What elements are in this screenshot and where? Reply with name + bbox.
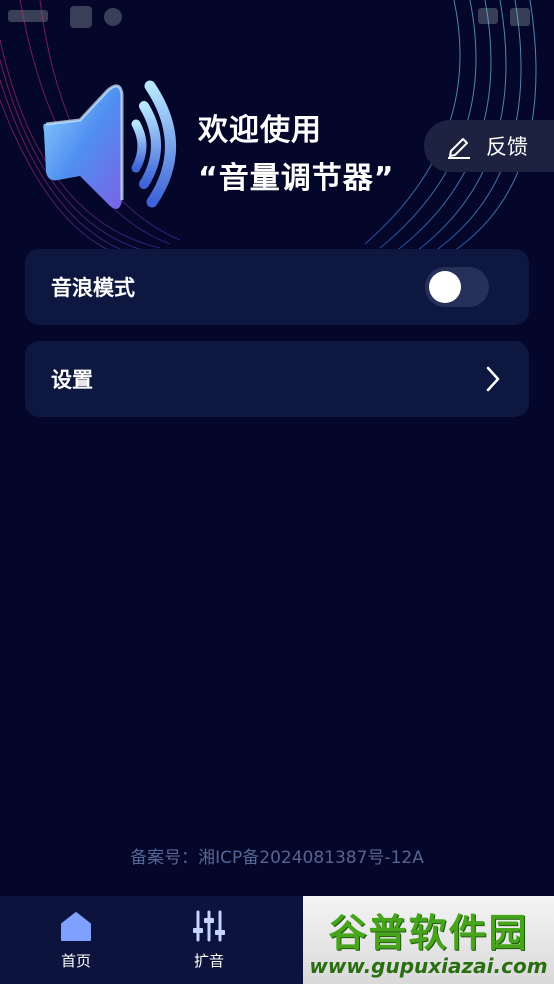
nav-home[interactable]: 首页 xyxy=(36,910,116,971)
wave-mode-label: 音浪模式 xyxy=(51,276,135,300)
toggle-knob xyxy=(429,271,461,303)
wave-mode-row: 音浪模式 xyxy=(25,249,529,325)
settings-label: 设置 xyxy=(51,368,93,392)
feedback-label: 反馈 xyxy=(486,135,528,159)
app-name-title: “音量调节器” xyxy=(198,161,395,196)
nav-amplify[interactable]: 扩音 xyxy=(169,910,249,971)
nav-amplify-label: 扩音 xyxy=(193,952,224,970)
icp-record-text[interactable]: 备案号：湘ICP备2024081387号-12A xyxy=(0,843,554,868)
feedback-button[interactable]: 反馈 xyxy=(424,120,554,172)
home-icon xyxy=(61,912,91,941)
speaker-volume-icon xyxy=(43,80,176,209)
watermark-title: 谷普软件园 xyxy=(328,911,529,955)
nav-home-label: 首页 xyxy=(60,952,91,970)
watermark-url: www.gupuxiazai.com xyxy=(309,954,548,978)
wave-mode-toggle[interactable] xyxy=(425,267,489,307)
settings-row[interactable]: 设置 xyxy=(25,341,529,417)
equalizer-icon xyxy=(193,910,225,942)
status-bar xyxy=(8,6,530,28)
watermark-logo: 谷普软件园 www.gupuxiazai.com xyxy=(303,896,554,984)
welcome-title: 欢迎使用 xyxy=(198,113,322,148)
chevron-right-icon xyxy=(486,366,500,392)
edit-pencil-icon xyxy=(448,138,470,159)
